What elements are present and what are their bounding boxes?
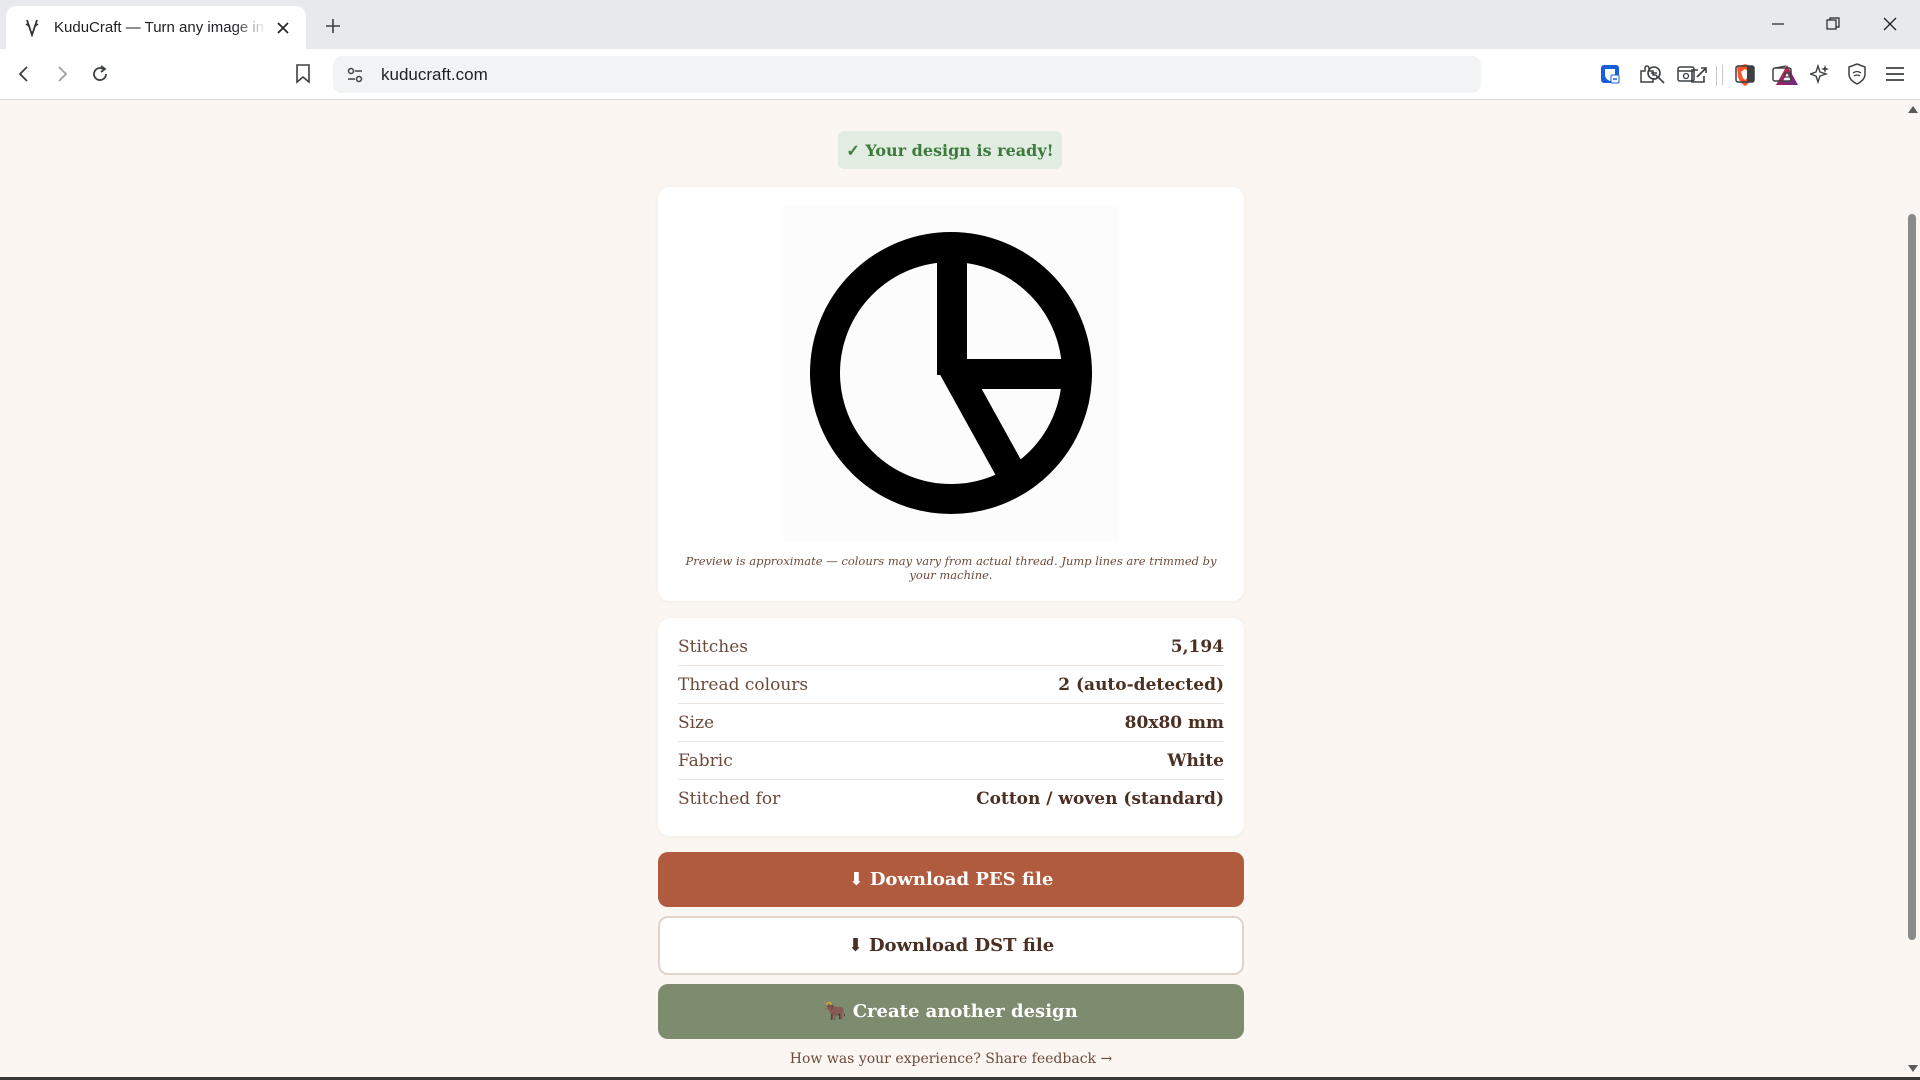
stat-value: Cotton / woven (standard) xyxy=(976,789,1224,809)
pie-chart-embroidery-icon xyxy=(810,232,1092,514)
create-another-label: Create another design xyxy=(852,1001,1078,1022)
stat-label: Fabric xyxy=(678,750,733,771)
stat-value: 5,194 xyxy=(1170,636,1224,657)
scrollbar-thumb[interactable] xyxy=(1908,214,1916,940)
stat-label: Stitched for xyxy=(678,789,781,809)
stat-row-fabric: Fabric White xyxy=(678,742,1224,780)
tab-close-icon[interactable] xyxy=(272,17,294,39)
download-arrow-icon: ⬇ xyxy=(848,869,864,890)
tab-strip: KuduCraft — Turn any image into embroide… xyxy=(0,0,1920,49)
preview-disclaimer: Preview is approximate — colours may var… xyxy=(685,554,1217,582)
bitwarden-extension-icon[interactable] xyxy=(1594,58,1626,90)
design-ready-badge: ✓ Your design is ready! xyxy=(838,131,1062,169)
tab-title: KuduCraft — Turn any image into embroide… xyxy=(54,19,266,36)
design-preview-image xyxy=(783,205,1119,541)
page-viewport: ✓ Your design is ready! Preview is appro… xyxy=(0,100,1904,1078)
minimize-icon[interactable] xyxy=(1755,8,1801,40)
vpn-icon[interactable] xyxy=(1841,58,1873,90)
restore-icon[interactable] xyxy=(1810,8,1856,40)
toolbar-divider xyxy=(1716,66,1717,86)
sidebar-icon[interactable] xyxy=(1729,58,1761,90)
scroll-up-arrow-icon[interactable] xyxy=(1908,106,1918,113)
extensions-icon[interactable] xyxy=(1632,58,1664,90)
stat-row-size: Size 80x80 mm xyxy=(678,704,1224,742)
download-arrow-icon: ⬇ xyxy=(847,935,863,956)
close-window-icon[interactable] xyxy=(1867,8,1913,40)
download-dst-button[interactable]: ⬇ Download DST file xyxy=(658,916,1244,975)
omnibox-divider xyxy=(1722,65,1723,85)
stat-row-stitched-for: Stitched for Cotton / woven (standard) xyxy=(678,780,1224,818)
stat-label: Size xyxy=(678,712,715,733)
download-pes-label: Download PES file xyxy=(869,869,1054,890)
url-text: kuducraft.com xyxy=(381,65,488,84)
kudu-favicon-icon xyxy=(22,18,42,38)
browser-toolbar: kuducraft.com xyxy=(0,49,1920,100)
new-tab-plus-icon[interactable] xyxy=(320,13,346,39)
wallet-icon[interactable] xyxy=(1766,58,1798,90)
download-dst-label: Download DST file xyxy=(868,935,1055,956)
share-feedback-link[interactable]: How was your experience? Share feedback … xyxy=(658,1051,1244,1067)
stat-row-stitches: Stitches 5,194 xyxy=(678,628,1224,666)
stat-value: 2 (auto-detected) xyxy=(1058,674,1224,695)
site-settings-icon[interactable] xyxy=(339,59,371,91)
scroll-down-arrow-icon[interactable] xyxy=(1908,1065,1918,1072)
preview-card: Preview is approximate — colours may var… xyxy=(658,187,1244,601)
reload-icon[interactable] xyxy=(84,58,116,90)
leo-ai-icon[interactable] xyxy=(1804,58,1836,90)
browser-tab[interactable]: KuduCraft — Turn any image into embroide… xyxy=(6,6,306,49)
forward-icon[interactable] xyxy=(45,58,77,90)
menu-icon[interactable] xyxy=(1879,58,1911,90)
address-bar[interactable]: kuducraft.com xyxy=(333,56,1798,93)
back-icon[interactable] xyxy=(9,58,41,90)
stat-label: Stitches xyxy=(678,636,749,657)
stat-value: White xyxy=(1167,750,1224,771)
stat-value: 80x80 mm xyxy=(1124,712,1224,733)
page-scrollbar[interactable] xyxy=(1904,100,1920,1078)
download-pes-button[interactable]: ⬇ Download PES file xyxy=(658,852,1244,907)
bookmark-icon[interactable] xyxy=(287,58,319,90)
reader-mode-icon[interactable] xyxy=(1670,58,1702,90)
design-stats-card: Stitches 5,194 Thread colours 2 (auto-de… xyxy=(658,618,1244,836)
stat-row-thread-colours: Thread colours 2 (auto-detected) xyxy=(678,666,1224,704)
ox-icon: 🐂 xyxy=(824,1001,847,1022)
create-another-design-button[interactable]: 🐂 Create another design xyxy=(658,984,1244,1039)
stat-label: Thread colours xyxy=(678,674,809,695)
